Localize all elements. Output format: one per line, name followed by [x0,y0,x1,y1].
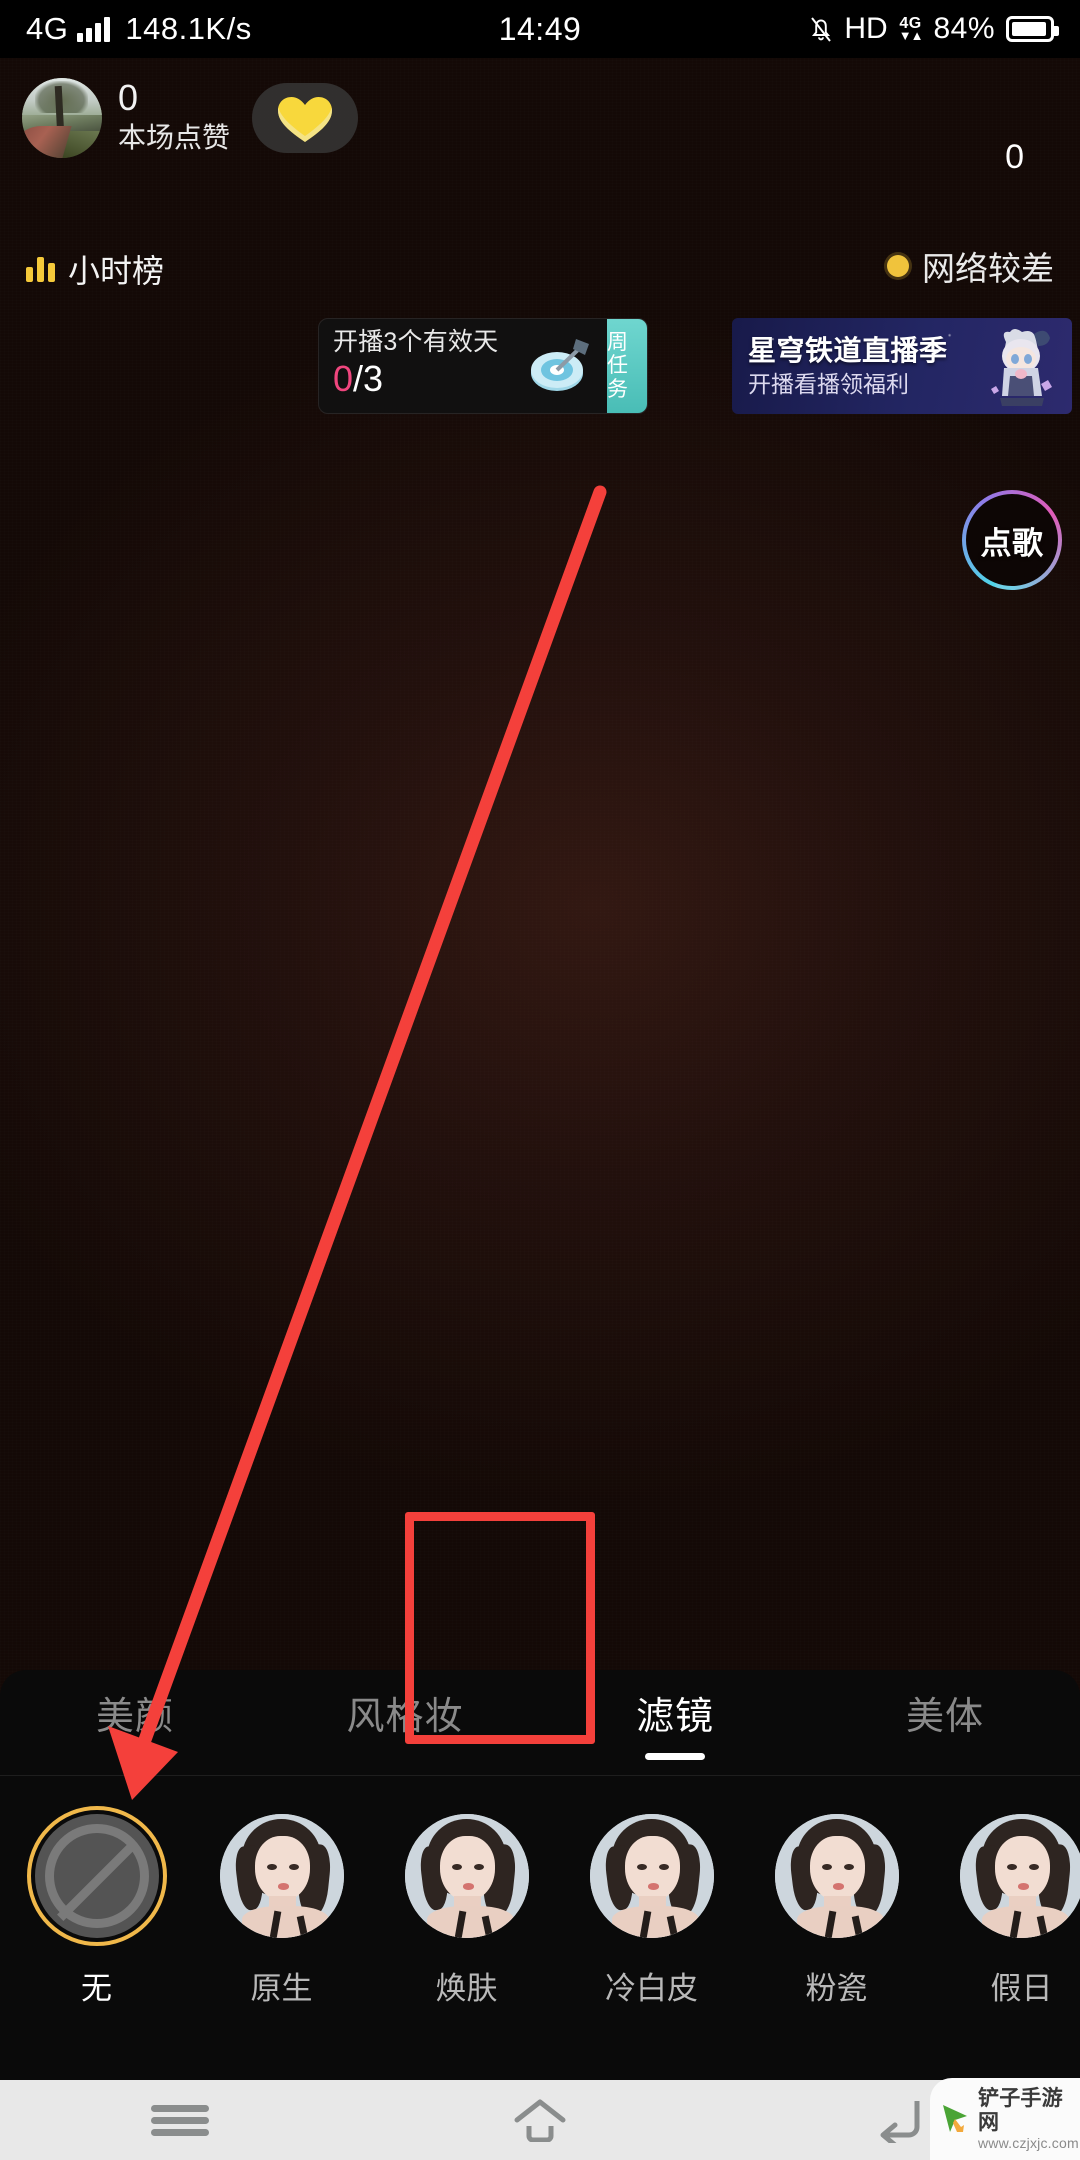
song-request-label: 点歌 [980,525,1044,561]
live-header-left: 0 本场点赞 [22,78,359,158]
filter-thumb-wrap [767,1806,907,1946]
filter-item-lengbaipi[interactable]: 冷白皮 [579,1806,724,2008]
tab-label: 滤镜 [635,1696,714,1738]
data-arrows-icon: 4G ▼▲ [898,15,924,44]
session-like-label: 本场点赞 [118,122,231,153]
filter-label: 冷白皮 [605,1971,698,2006]
watermark-site-name: 铲子手游网 [978,2086,1063,2134]
avatar[interactable] [22,78,102,158]
host-like-block: 0 本场点赞 [118,79,230,157]
heart-glyph [278,97,333,142]
tab-meiti[interactable]: 美体 [810,1670,1080,1775]
weekly-task-tab[interactable]: 周任务 [607,319,647,413]
tab-label: 美体 [905,1696,984,1738]
android-nav-bar [0,2080,1080,2160]
tab-underline [645,1753,705,1760]
filter-label: 原生 [250,1971,313,2006]
hd-icon: HD [844,12,888,45]
tab-underline [105,1753,165,1760]
session-like-count: 0 [118,77,139,119]
hour-rank-entry[interactable]: 小时榜 [26,246,164,292]
highlight-box-annotation [405,1512,595,1744]
tab-underline [915,1753,975,1760]
portrait-thumb [404,1814,529,1938]
status-bar-right: HD 4G ▼▲ 84% [809,12,1059,46]
filter-item-huanfu[interactable]: 焕肤 [394,1806,539,2008]
no-filter-icon [34,1814,159,1938]
cursor-play-icon [938,2101,974,2137]
filter-thumb-wrap [212,1806,352,1946]
promo-subtitle: 开播看播领福利 [748,371,909,398]
bar-chart-icon [26,256,55,282]
filter-item-none[interactable]: 无 [24,1806,169,2008]
filter-label: 焕肤 [435,1971,498,2006]
filter-label: 无 [81,1971,112,2006]
tab-label: 美颜 [95,1696,174,1738]
home-icon[interactable] [360,2080,720,2160]
weekly-task-progress-total: 3 [363,358,384,400]
filter-thumb-wrap [397,1806,537,1946]
filter-thumb-wrap [952,1806,1080,1946]
filter-label: 粉瓷 [805,1971,868,2006]
promo-title: 星穹铁道直播季 [748,334,948,366]
filter-label: 假日 [990,1971,1053,2006]
weekly-task-banner[interactable]: 开播3个有效天 0/3 周任务 [318,318,648,414]
weekly-task-body: 开播3个有效天 0/3 [319,319,607,413]
data-arrows-glyph: ▼▲ [898,28,924,44]
watermark-site-url: www.czjxjc.com [978,2135,1079,2152]
song-request-button[interactable]: 点歌 [962,490,1062,590]
tab-underline [375,1753,435,1760]
status-bar-left: 4G 148.1K/s [26,11,252,47]
promo-banner[interactable]: 星穹铁道直播季 开播看播领福利 [732,318,1072,414]
viewer-count[interactable]: 0 [1005,138,1024,177]
site-watermark: 铲子手游网 www.czjxjc.com [930,2078,1080,2160]
promo-text-block: 星穹铁道直播季 开播看播领福利 [732,335,948,398]
heart-icon[interactable] [252,83,359,153]
filter-item-jiari[interactable]: 假日 [949,1806,1080,2008]
weekly-task-progress-separator: / [353,358,364,400]
dart-target-icon [527,333,593,399]
status-dot-icon [887,255,909,277]
filter-list[interactable]: 无 原生 焕肤 冷白皮 粉瓷 假日 [0,1776,1080,2008]
watermark-text: 铲子手游网 www.czjxjc.com [978,2087,1080,2151]
battery-percent-label: 84% [933,12,995,45]
anime-character-icon [976,320,1068,412]
signal-bars-icon [77,16,111,42]
network-status-label: 网络较差 [922,250,1054,287]
portrait-thumb [589,1814,714,1938]
network-speed-label: 148.1K/s [125,11,252,46]
status-bar: 4G 148.1K/s 14:49 HD 4G ▼▲ 84% [0,0,1080,58]
portrait-thumb [959,1814,1080,1938]
hour-rank-label: 小时榜 [68,253,165,289]
weekly-task-progress-current: 0 [333,358,354,400]
mute-bell-icon [809,15,833,43]
filter-thumb-wrap [582,1806,722,1946]
network-type-label: 4G [26,11,69,46]
network-status[interactable]: 网络较差 [887,242,1054,290]
tab-meiyan[interactable]: 美颜 [0,1670,270,1775]
menu-icon[interactable] [0,2080,360,2160]
portrait-thumb [219,1814,344,1938]
portrait-thumb [774,1814,899,1938]
filter-thumb-wrap [26,1806,167,1946]
host-info[interactable]: 0 本场点赞 [22,78,230,158]
battery-icon [1006,16,1059,42]
filter-item-fenci[interactable]: 粉瓷 [764,1806,909,2008]
filter-item-yuansheng[interactable]: 原生 [209,1806,354,2008]
